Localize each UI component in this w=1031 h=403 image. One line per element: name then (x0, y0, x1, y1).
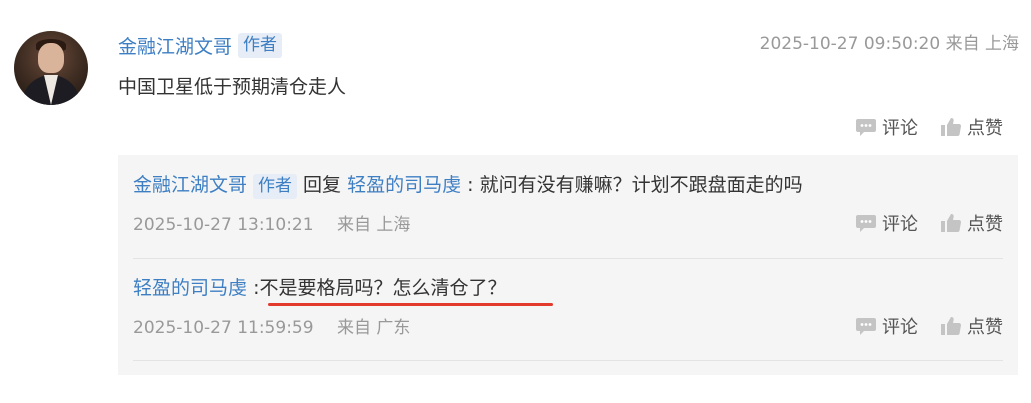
like-button[interactable]: 点赞 (940, 210, 1003, 236)
author-name-link[interactable]: 金融江湖文哥 (118, 32, 232, 59)
replies-panel: 金融江湖文哥 作者 回复 轻盈的司马虔 : 就问有没有赚嘛？计划不跟盘面走的吗 20… (118, 155, 1018, 375)
comment-button[interactable]: 评论 (855, 114, 918, 140)
like-label: 点赞 (967, 317, 1003, 338)
comment-button[interactable]: 评论 (855, 313, 918, 339)
reply-text: 不是要格局吗？怎么清仓了？ (259, 277, 507, 299)
reply-author-link[interactable]: 轻盈的司马虔 (133, 277, 247, 299)
comment-icon (856, 119, 876, 136)
reply-time: 2025-10-27 11:59:59 (133, 318, 314, 338)
comment-actions: 评论 点赞 (833, 114, 1003, 140)
reply-actions: 评论 点赞 (833, 210, 1003, 236)
comment-label: 评论 (882, 118, 918, 139)
reply-line: 金融江湖文哥 作者 回复 轻盈的司马虔 : 就问有没有赚嘛？计划不跟盘面走的吗 (133, 170, 1003, 200)
reply-text: 就问有没有赚嘛？计划不跟盘面走的吗 (479, 174, 803, 196)
like-button[interactable]: 点赞 (940, 313, 1003, 339)
reply-separator: : (467, 174, 474, 196)
red-underline-annotation (268, 303, 553, 306)
author-badge: 作者 (253, 174, 298, 199)
comment-header: 金融江湖文哥 作者 (118, 31, 283, 59)
reply-word: 回复 (303, 174, 342, 196)
thumbs-up-icon (941, 214, 962, 233)
reply-item: 金融江湖文哥 作者 回复 轻盈的司马虔 : 就问有没有赚嘛？计划不跟盘面走的吗 20… (133, 170, 1003, 235)
reply-target-link[interactable]: 轻盈的司马虔 (347, 174, 461, 196)
reply-meta: 2025-10-27 11:59:59 来自 广东 (133, 315, 410, 341)
avatar-face (38, 43, 64, 73)
comment-button[interactable]: 评论 (855, 210, 918, 236)
reply-location: 来自 上海 (336, 215, 411, 235)
reply-actions: 评论 点赞 (833, 313, 1003, 339)
reply-divider (133, 360, 1003, 361)
like-label: 点赞 (967, 118, 1003, 139)
comment-label: 评论 (882, 214, 918, 235)
comment-icon (856, 318, 876, 335)
like-label: 点赞 (967, 214, 1003, 235)
reply-time: 2025-10-27 13:10:21 (133, 215, 314, 235)
like-button[interactable]: 点赞 (940, 114, 1003, 140)
author-badge: 作者 (238, 32, 283, 58)
reply-line: 轻盈的司马虔 :不是要格局吗？怎么清仓了？ (133, 273, 1003, 303)
reply-meta: 2025-10-27 13:10:21 来自 上海 (133, 212, 410, 238)
thumbs-up-icon (941, 118, 962, 137)
reply-location: 来自 广东 (336, 318, 411, 338)
thumbs-up-icon (941, 317, 962, 336)
comment-icon (856, 215, 876, 232)
reply-item: 轻盈的司马虔 :不是要格局吗？怎么清仓了？ 2025-10-27 11:59:5… (133, 273, 1003, 338)
comment-time-location: 2025-10-27 09:50:20 来自 上海 (759, 34, 1019, 54)
reply-author-link[interactable]: 金融江湖文哥 (133, 174, 247, 196)
author-avatar[interactable] (14, 31, 88, 105)
reply-divider (133, 258, 1003, 259)
comment-text: 中国卫星低于预期清仓走人 (118, 76, 347, 98)
comment-label: 评论 (882, 317, 918, 338)
